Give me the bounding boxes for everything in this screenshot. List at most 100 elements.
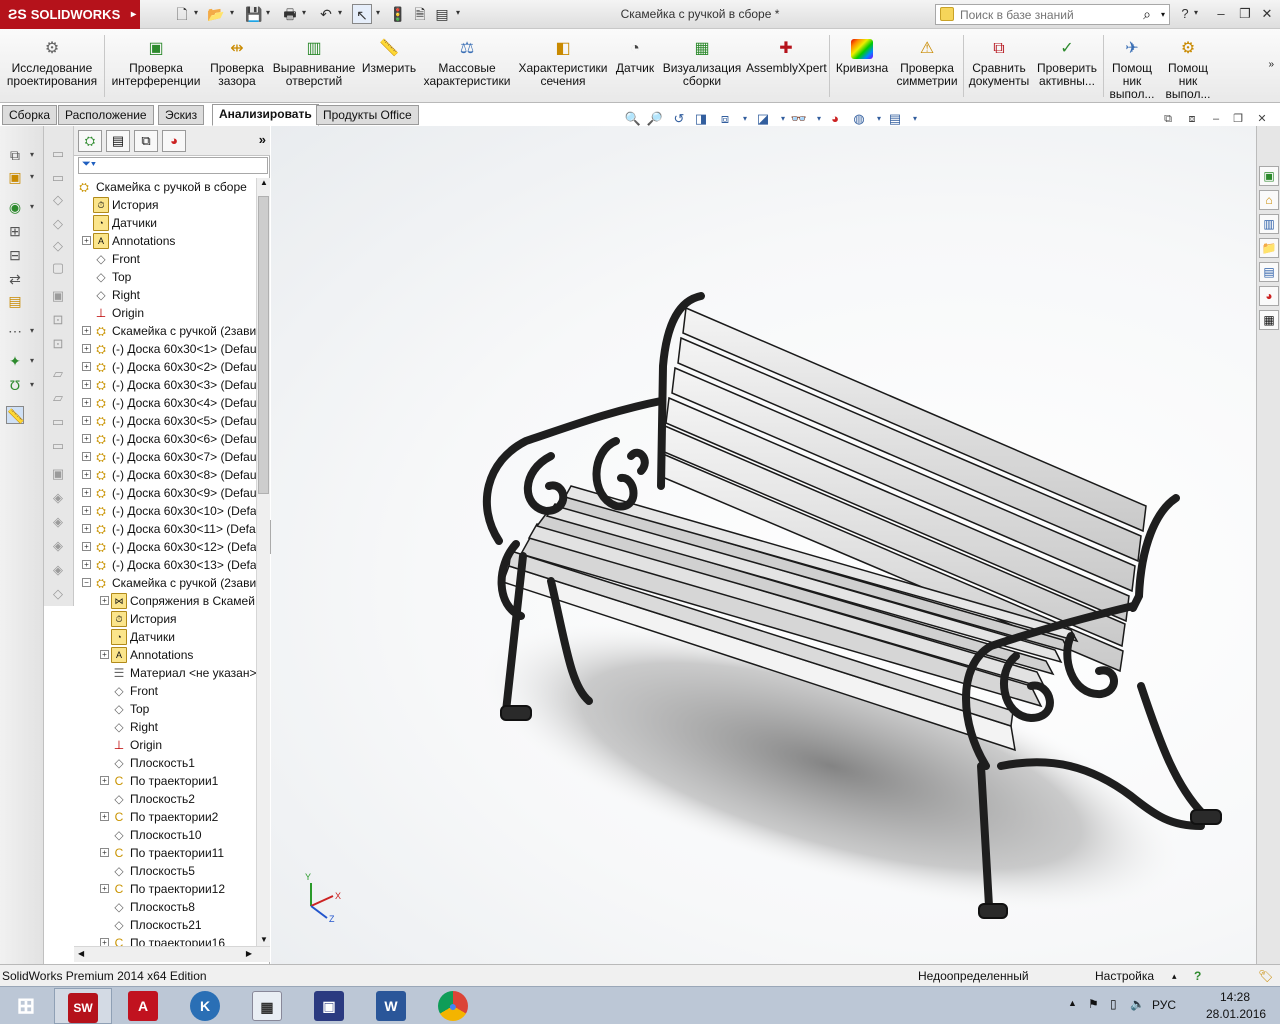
expand-icon[interactable]: + bbox=[82, 362, 91, 371]
tag-icon[interactable]: 🏷 bbox=[1258, 965, 1273, 987]
taskbar-word[interactable]: W bbox=[362, 988, 420, 1024]
tool-icon[interactable]: ◈ bbox=[50, 490, 66, 506]
options-icon[interactable]: ▤ bbox=[432, 4, 452, 24]
tool-icon[interactable]: ◈ bbox=[50, 562, 66, 578]
apply-scene-icon[interactable]: ◍ bbox=[850, 110, 868, 128]
expand-icon[interactable]: + bbox=[82, 506, 91, 515]
expand-icon[interactable]: + bbox=[82, 326, 91, 335]
featuremanager-tab-icon[interactable]: ⛭ bbox=[78, 130, 102, 152]
expand-icon[interactable]: + bbox=[100, 848, 109, 857]
expand-icon[interactable]: + bbox=[82, 344, 91, 353]
measure-button[interactable]: 📏 Измерить bbox=[360, 31, 418, 101]
tool-icon[interactable]: ▭ bbox=[50, 438, 66, 454]
network-icon[interactable]: ▯ bbox=[1110, 997, 1117, 1011]
expand-icon[interactable]: + bbox=[100, 884, 109, 893]
component-dropdown-icon[interactable]: ▾ bbox=[30, 150, 34, 159]
tray-expand-icon[interactable]: ▲ bbox=[1068, 998, 1077, 1008]
design-study-button[interactable]: ⚙ Исследование проектирования bbox=[4, 31, 100, 101]
mate-icon[interactable]: ◉ bbox=[6, 198, 24, 216]
expand-icon[interactable]: + bbox=[100, 938, 109, 946]
tree-vertical-scrollbar[interactable]: ▲ ▼ bbox=[256, 178, 270, 946]
settings-button[interactable]: Настройка bbox=[1095, 965, 1154, 987]
collapse-icon[interactable]: − bbox=[82, 578, 91, 587]
scroll-left-icon[interactable]: ◀ bbox=[78, 949, 84, 958]
insert-components-icon[interactable]: ▣ bbox=[6, 168, 24, 186]
appearances-icon[interactable]: ◕ bbox=[1259, 286, 1279, 306]
smart-fasteners-icon[interactable]: ⊟ bbox=[6, 246, 24, 264]
reference-dropdown-icon[interactable]: ▾ bbox=[30, 356, 34, 365]
section-view-icon[interactable]: ◨ bbox=[692, 110, 710, 128]
bench-model[interactable]: Y X Z bbox=[271, 126, 1256, 964]
knowledge-search-box[interactable]: ⌕ ▾ bbox=[935, 4, 1170, 25]
display-style-icon[interactable]: ◪ bbox=[754, 110, 772, 128]
new-motion-study-icon[interactable]: Ʊ bbox=[6, 376, 24, 394]
undo-dropdown-icon[interactable]: ▾ bbox=[338, 8, 342, 17]
expand-icon[interactable]: + bbox=[82, 380, 91, 389]
assemblyxpert-button[interactable]: ✚ AssemblyXpert bbox=[746, 31, 827, 101]
viewport-close-icon[interactable]: ✕ bbox=[1254, 112, 1270, 126]
expand-icon[interactable]: + bbox=[82, 488, 91, 497]
quick-help-icon[interactable]: ? bbox=[1194, 965, 1201, 987]
tree-horizontal-scrollbar[interactable]: ◀ ▶ bbox=[74, 946, 270, 962]
tool-icon[interactable]: ▭ bbox=[50, 170, 66, 186]
expand-icon[interactable]: + bbox=[100, 650, 109, 659]
expand-icon[interactable]: + bbox=[82, 434, 91, 443]
save-dropdown-icon[interactable]: ▾ bbox=[266, 8, 270, 17]
configurationmanager-tab-icon[interactable]: ⧉ bbox=[134, 130, 158, 152]
expand-icon[interactable]: + bbox=[82, 470, 91, 479]
expand-icon[interactable]: + bbox=[82, 452, 91, 461]
component-icon[interactable]: ⧉ bbox=[6, 146, 24, 164]
features-dropdown-icon[interactable]: ▾ bbox=[30, 326, 34, 335]
search-dropdown-icon[interactable]: ▾ bbox=[1161, 10, 1165, 19]
scroll-right-icon[interactable]: ▶ bbox=[246, 949, 252, 958]
search-icon[interactable]: ⌕ bbox=[1143, 6, 1151, 23]
expand-icon[interactable]: + bbox=[100, 812, 109, 821]
tool-icon[interactable]: ▣ bbox=[50, 288, 66, 304]
expand-icon[interactable]: + bbox=[100, 776, 109, 785]
taskbar-solidworks[interactable]: SW bbox=[54, 988, 112, 1024]
symmetry-check-button[interactable]: ⚠ Проверка симметрии bbox=[894, 31, 960, 101]
tree-filter-input[interactable]: ⏷▾ bbox=[78, 157, 268, 174]
view-orientation-icon[interactable]: ⧈ bbox=[716, 110, 734, 128]
tool-icon[interactable]: ◈ bbox=[50, 514, 66, 530]
taskbar-kompas[interactable]: K bbox=[176, 988, 234, 1024]
tool-icon[interactable]: ◇ bbox=[50, 586, 66, 602]
undo-icon[interactable]: ↶ bbox=[316, 4, 336, 24]
expand-icon[interactable]: + bbox=[82, 398, 91, 407]
print-dropdown-icon[interactable]: ▾ bbox=[302, 8, 306, 17]
viewport-restore-icon[interactable]: ❐ bbox=[1230, 112, 1246, 126]
sensor-button[interactable]: ◔ Датчик bbox=[612, 31, 658, 101]
solidworks-menu-button[interactable]: ƧS SOLIDWORKS ▸ bbox=[0, 0, 140, 29]
taskbar-calculator[interactable]: ▦ bbox=[238, 988, 296, 1024]
tool-icon[interactable]: ▢ bbox=[50, 260, 66, 276]
options-dropdown-icon[interactable]: ▾ bbox=[456, 8, 460, 17]
tab-sketch[interactable]: Эскиз bbox=[158, 105, 205, 125]
show-hidden-icon[interactable]: ▤ bbox=[6, 292, 24, 310]
view-settings-icon[interactable]: ▤ bbox=[886, 110, 904, 128]
measure-tool-icon[interactable]: 📏 bbox=[6, 406, 24, 424]
zoom-to-fit-icon[interactable]: 🔍 bbox=[624, 110, 642, 128]
tool-icon[interactable]: ◇ bbox=[50, 216, 66, 232]
assembly-features-icon[interactable]: ⋯ bbox=[6, 322, 24, 340]
tool-icon[interactable]: ▭ bbox=[50, 146, 66, 162]
action-center-icon[interactable]: ⚑ bbox=[1088, 997, 1099, 1011]
assembly-visualization-button[interactable]: ▦ Визуализация сборки bbox=[662, 31, 742, 101]
clearance-check-button[interactable]: ⇹ Проверка зазора bbox=[206, 31, 268, 101]
settings-up-icon[interactable]: ▴ bbox=[1172, 965, 1177, 987]
tool-icon[interactable]: ▱ bbox=[50, 390, 66, 406]
check-active-button[interactable]: ✓ Проверить активны... bbox=[1034, 31, 1100, 101]
file-explorer-icon[interactable]: 📁 bbox=[1259, 238, 1279, 258]
view-palette-icon[interactable]: ▤ bbox=[1259, 262, 1279, 282]
section-properties-button[interactable]: ◧ Характеристики сечения bbox=[516, 31, 610, 101]
assistant-button[interactable]: ✈ Помощ ник выпол... bbox=[1106, 31, 1158, 101]
taskbar-save-app[interactable]: ▣ bbox=[300, 988, 358, 1024]
mate-dropdown-icon[interactable]: ▾ bbox=[30, 202, 34, 211]
home-icon[interactable]: ⌂ bbox=[1259, 190, 1279, 210]
expand-icon[interactable]: + bbox=[82, 236, 91, 245]
open-dropdown-icon[interactable]: ▾ bbox=[230, 8, 234, 17]
insert-dropdown-icon[interactable]: ▾ bbox=[30, 172, 34, 181]
search-input[interactable] bbox=[960, 7, 1130, 22]
input-language[interactable]: РУС bbox=[1152, 998, 1176, 1012]
design-library-icon[interactable]: ▥ bbox=[1259, 214, 1279, 234]
tool-icon[interactable]: ◇ bbox=[50, 238, 66, 254]
